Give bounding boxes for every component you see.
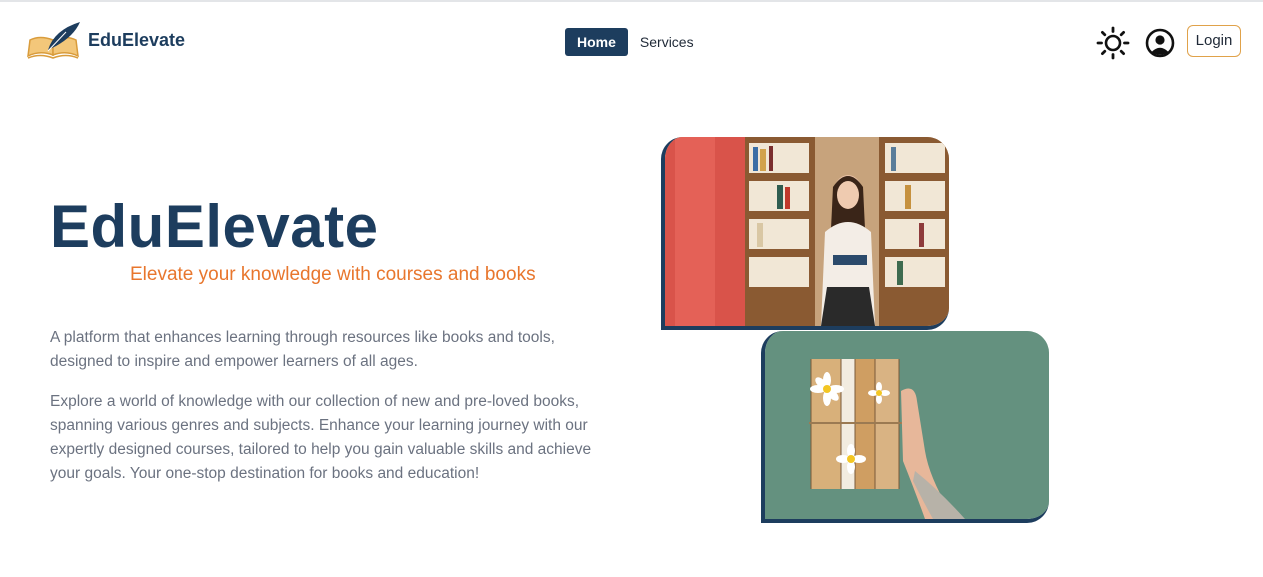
main-nav: Home Services xyxy=(565,28,694,56)
books-daisies-image xyxy=(761,331,1049,523)
library-reader-image xyxy=(661,137,949,330)
brand-logo[interactable]: EduElevate xyxy=(26,20,185,60)
hero-title: EduElevate xyxy=(50,193,379,260)
login-button[interactable]: Login xyxy=(1187,25,1241,57)
nav-services-link[interactable]: Services xyxy=(640,28,694,56)
hero-subtitle: Elevate your knowledge with courses and … xyxy=(130,264,536,285)
nav-home-link[interactable]: Home xyxy=(565,28,628,56)
brand-name: EduElevate xyxy=(88,29,186,50)
hero-paragraph-details: Explore a world of knowledge with our co… xyxy=(50,393,592,482)
hero-paragraph-intro: A platform that enhances learning throug… xyxy=(50,329,555,370)
top-border xyxy=(0,0,1263,2)
user-circle-icon[interactable] xyxy=(1145,28,1175,58)
book-feather-logo-icon xyxy=(27,22,80,59)
sun-icon[interactable] xyxy=(1096,26,1130,60)
